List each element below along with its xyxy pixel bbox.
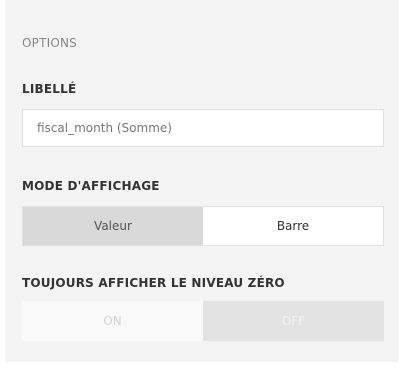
- zero-level-label: TOUJOURS AFFICHER LE NIVEAU ZÉRO: [22, 276, 285, 290]
- display-mode-valeur-button[interactable]: Valeur: [23, 207, 203, 245]
- libelle-label: LIBELLÉ: [22, 82, 77, 96]
- zero-level-off-button[interactable]: OFF: [203, 301, 384, 341]
- panel-title: OPTIONS: [22, 36, 77, 50]
- display-mode-toggle: Valeur Barre: [22, 206, 384, 246]
- libelle-input[interactable]: [22, 109, 384, 147]
- display-mode-label: MODE D'AFFICHAGE: [22, 179, 160, 193]
- zero-level-on-button[interactable]: ON: [22, 301, 203, 341]
- zero-level-toggle: ON OFF: [22, 301, 384, 341]
- options-panel: OPTIONS LIBELLÉ MODE D'AFFICHAGE Valeur …: [5, 0, 399, 362]
- display-mode-barre-button[interactable]: Barre: [203, 207, 383, 245]
